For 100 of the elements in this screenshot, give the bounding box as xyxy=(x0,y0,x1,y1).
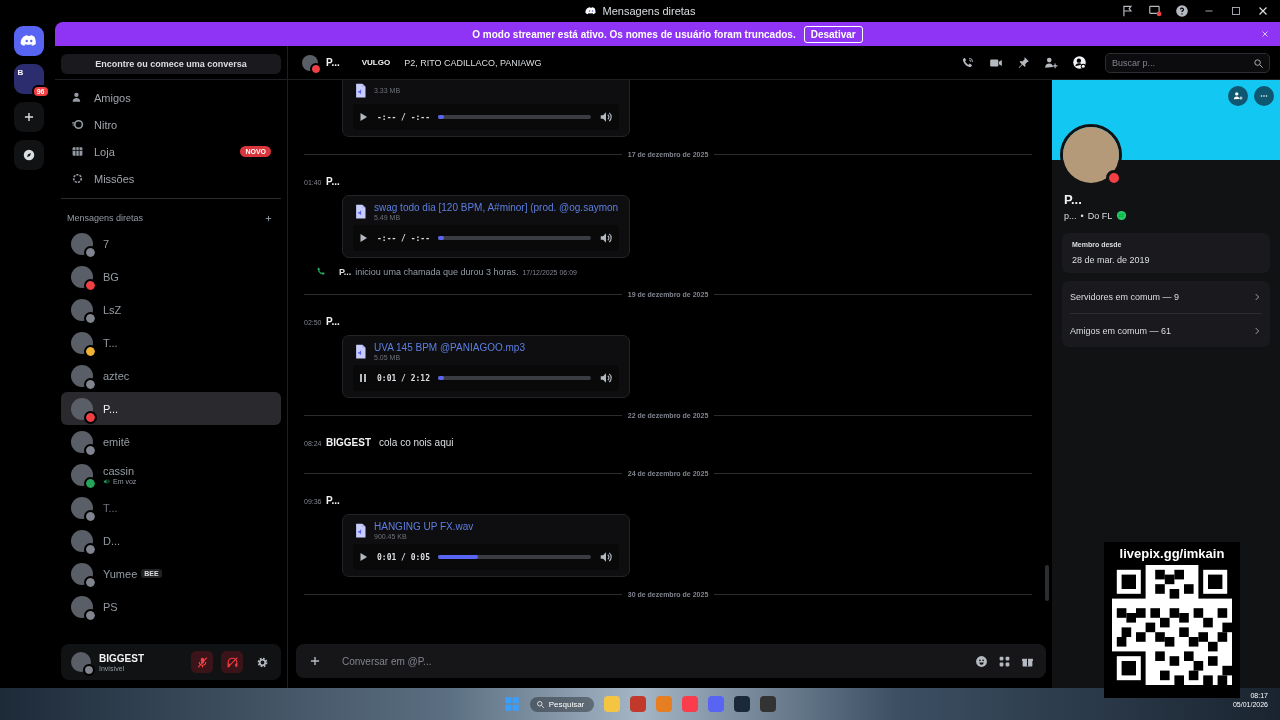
server-tag-icon xyxy=(1116,210,1128,221)
dm-item[interactable]: T... xyxy=(61,491,281,524)
help-icon[interactable] xyxy=(1175,4,1189,18)
mutual-row[interactable]: Servidores em comum — 9 xyxy=(1070,281,1262,314)
dm-item[interactable]: D... xyxy=(61,524,281,557)
taskbar-search[interactable]: Pesquisar xyxy=(529,696,595,712)
avatar xyxy=(71,232,93,255)
disable-button[interactable]: Desativar xyxy=(803,25,863,43)
dm-item[interactable]: 7 xyxy=(61,227,281,260)
avatar xyxy=(71,595,93,618)
speaker-icon xyxy=(103,477,110,485)
settings-icon xyxy=(255,655,269,669)
avatar xyxy=(71,529,93,552)
avatar xyxy=(71,430,93,453)
volume-icon[interactable] xyxy=(599,550,613,564)
search-field[interactable]: Buscar p... xyxy=(1105,52,1270,73)
audio-file-icon xyxy=(353,81,368,100)
dm-item[interactable]: P... xyxy=(61,392,281,425)
alias-label: VULGO xyxy=(361,58,391,67)
dm-name: Yumee xyxy=(103,567,138,580)
scrollbar-thumb[interactable] xyxy=(1045,565,1049,601)
start-icon[interactable] xyxy=(503,696,520,712)
author-name[interactable]: P... xyxy=(326,176,340,187)
username: p... xyxy=(1064,210,1077,221)
avatar xyxy=(71,397,93,420)
dm-item[interactable]: LsZ xyxy=(61,293,281,326)
pin-icon[interactable] xyxy=(1017,56,1030,69)
nitro-icon xyxy=(71,118,84,131)
dm-name: 7 xyxy=(103,237,110,250)
home-button[interactable] xyxy=(13,26,44,56)
section-header: Mensagens diretas xyxy=(67,213,144,223)
volume-icon[interactable] xyxy=(599,231,613,245)
recipient-name: P... xyxy=(326,57,340,68)
author-name[interactable]: P... xyxy=(326,495,340,506)
discord-logo-icon xyxy=(584,5,597,17)
caller-name[interactable]: P... xyxy=(339,266,352,277)
dm-item[interactable]: PS xyxy=(61,590,281,623)
deafen-button[interactable] xyxy=(221,651,243,673)
dm-item[interactable]: aztec xyxy=(61,359,281,392)
dm-item[interactable]: T... xyxy=(61,326,281,359)
screen-share-icon[interactable] xyxy=(1148,4,1162,18)
avatar xyxy=(71,652,91,672)
separator-dot: • xyxy=(1080,210,1084,221)
dm-name: D... xyxy=(103,534,121,547)
volume-icon[interactable] xyxy=(599,371,613,385)
avatar xyxy=(302,54,318,71)
pause-icon[interactable] xyxy=(357,372,369,384)
dm-name: T... xyxy=(103,336,118,349)
user-profile-icon[interactable] xyxy=(1072,55,1087,70)
nav-item[interactable]: Amigos xyxy=(61,84,281,111)
dm-item[interactable]: emitê xyxy=(61,425,281,458)
user-name: BIGGEST xyxy=(99,652,144,664)
call-text: iniciou uma chamada que durou 3 horas. xyxy=(355,266,519,277)
app-icon[interactable] xyxy=(760,696,777,712)
add-user-icon[interactable] xyxy=(1044,55,1058,70)
chevron-right-icon xyxy=(1252,325,1262,336)
flag-icon[interactable] xyxy=(1121,4,1135,18)
avatar xyxy=(71,364,93,387)
add-dm-icon[interactable] xyxy=(264,213,273,223)
author-name[interactable]: P... xyxy=(326,316,340,327)
microphone-icon xyxy=(195,655,209,669)
volume-icon[interactable] xyxy=(599,110,613,124)
headset-icon xyxy=(225,655,239,669)
avatar xyxy=(71,331,93,354)
author-name[interactable]: BIGGEST xyxy=(326,437,371,448)
file-name-link[interactable]: swag todo dia [120 BPM, A#minor] (prod. @og.saymon xyxy=(374,202,619,213)
nav-label: Missões xyxy=(94,172,135,185)
profile-name: P... xyxy=(1064,192,1083,207)
find-conversation-button[interactable]: Encontre ou comece uma conversa xyxy=(61,54,281,74)
nav-label: Nitro xyxy=(94,118,118,131)
add-attachment-icon[interactable] xyxy=(308,654,322,668)
compass-icon xyxy=(21,148,36,162)
nav-item[interactable]: Nitro xyxy=(61,111,281,138)
message-input[interactable]: Conversar em @P... xyxy=(340,654,965,668)
add-server-button[interactable] xyxy=(13,102,44,132)
file-name-link[interactable]: UVA 145 BPM @PANIAGOO.mp3 xyxy=(374,342,525,353)
more-button[interactable] xyxy=(1254,86,1274,106)
explore-button[interactable] xyxy=(13,140,44,170)
search-icon xyxy=(1253,57,1264,69)
avatar xyxy=(71,463,93,486)
chevron-right-icon xyxy=(1252,292,1262,302)
avatar xyxy=(71,265,93,288)
mutual-label: Amigos em comum — 61 xyxy=(1070,325,1172,336)
add-friend-button[interactable] xyxy=(1228,86,1248,106)
member-since-date: 28 de mar. de 2019 xyxy=(1072,255,1151,265)
phone-icon[interactable] xyxy=(961,55,975,70)
message-composer[interactable]: Conversar em @P... xyxy=(296,644,1046,678)
apps-icon[interactable] xyxy=(998,654,1011,668)
playback-time: -:-- / -:-- xyxy=(377,233,430,243)
avatar xyxy=(71,562,93,585)
dm-item[interactable]: BG xyxy=(61,260,281,293)
emoji-icon[interactable] xyxy=(975,654,988,668)
mute-button[interactable] xyxy=(191,651,213,673)
mutual-row[interactable]: Amigos em comum — 61 xyxy=(1070,314,1262,347)
dm-name: BG xyxy=(103,270,119,283)
file-name-link[interactable]: HANGING UP FX.wav xyxy=(374,521,474,532)
audio-file-icon xyxy=(353,521,368,540)
nav-item[interactable]: Missões xyxy=(61,165,281,192)
window-title: Mensagens diretas xyxy=(602,5,696,17)
maximize-icon[interactable] xyxy=(1229,4,1243,18)
